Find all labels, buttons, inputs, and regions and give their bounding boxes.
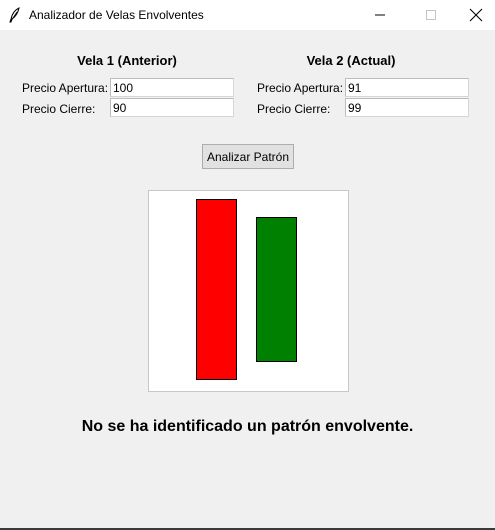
close-button[interactable] [453,0,495,30]
candle1-heading: Vela 1 (Anterior) [77,53,177,68]
candle1-body [196,199,237,380]
result-message: No se ha identificado un patrón envolven… [81,418,414,435]
window-title: Analizador de Velas Envolventes [29,8,204,22]
title-bar: Analizador de Velas Envolventes [0,0,495,30]
maximize-icon [426,10,436,20]
candle2-open-label: Precio Apertura: [257,81,344,95]
feather-icon [9,7,20,23]
candle2-close-input[interactable] [345,98,469,117]
minimize-button[interactable] [357,0,403,30]
candle2-heading: Vela 2 (Actual) [306,53,396,68]
candle-canvas [148,190,349,392]
minimize-icon [375,14,385,16]
candle1-open-label: Precio Apertura: [22,81,109,95]
candle1-close-input[interactable] [110,98,234,117]
candle1-open-input[interactable] [110,78,234,97]
candle2-close-label: Precio Cierre: [257,102,331,116]
close-icon [469,8,483,22]
candle2-open-input[interactable] [345,78,469,97]
candle1-close-label: Precio Cierre: [22,102,96,116]
candle2-body [256,217,297,362]
maximize-button[interactable] [408,0,454,30]
analyze-pattern-button[interactable]: Analizar Patrón [202,144,294,169]
